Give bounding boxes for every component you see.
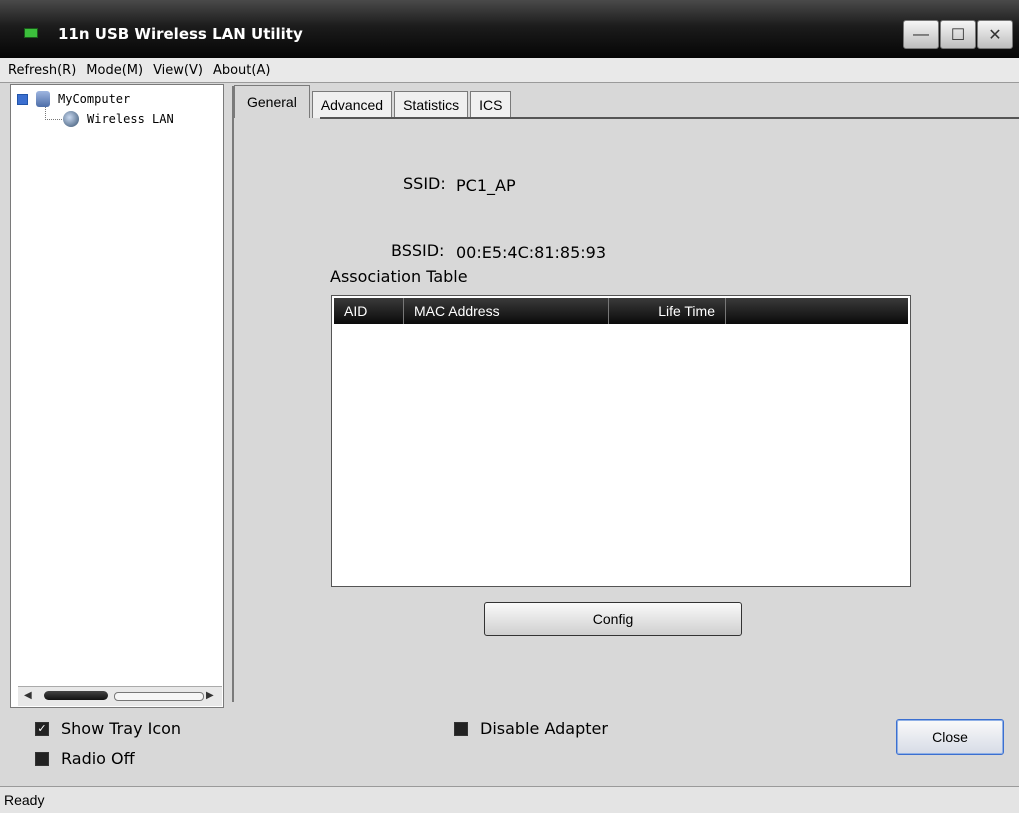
minimize-button[interactable]: — [903, 20, 939, 49]
close-window-button[interactable]: ✕ [977, 20, 1013, 49]
tab-ics[interactable]: ICS [470, 91, 512, 118]
maximize-button[interactable]: ☐ [940, 20, 976, 49]
scroll-track[interactable] [114, 692, 204, 701]
collapse-icon[interactable] [17, 93, 28, 105]
tree-item-mycomputer[interactable]: MyComputer [17, 91, 130, 107]
column-life-time[interactable]: Life Time [609, 298, 726, 324]
table-header: AID MAC Address Life Time [334, 298, 908, 324]
checkbox-checked-icon[interactable]: ✓ [35, 721, 49, 736]
bssid-label: BSSID: [391, 241, 445, 260]
wireless-adapter-icon [63, 111, 79, 127]
checkbox-icon[interactable] [454, 721, 468, 736]
tree-connector [45, 107, 62, 120]
tree-horizontal-scrollbar[interactable]: ◀ ▶ [18, 686, 222, 706]
window-title: 11n USB Wireless LAN Utility [58, 25, 303, 43]
device-tree[interactable]: MyComputer Wireless LAN [10, 84, 224, 708]
app-icon [24, 28, 38, 38]
scroll-left-icon[interactable]: ◀ [24, 690, 32, 701]
tree-item-wireless-lan[interactable]: Wireless LAN [63, 111, 174, 127]
show-tray-icon-checkbox[interactable]: ✓ Show Tray Icon [35, 719, 181, 738]
bssid-value: 00:E5:4C:81:85:93 [456, 243, 607, 262]
close-button[interactable]: Close [896, 719, 1004, 755]
config-button[interactable]: Config [484, 602, 742, 636]
checkbox-label: Show Tray Icon [61, 719, 182, 738]
association-table[interactable]: AID MAC Address Life Time [331, 295, 911, 587]
window-controls: — ☐ ✕ [902, 20, 1013, 49]
tab-strip: General Advanced Statistics ICS [234, 85, 513, 118]
disable-adapter-checkbox[interactable]: Disable Adapter [454, 719, 608, 738]
menu-about[interactable]: About(A) [213, 63, 270, 78]
checkbox-label: Radio Off [61, 749, 135, 768]
title-bar: 11n USB Wireless LAN Utility — ☐ ✕ [0, 0, 1019, 58]
tree-item-label: Wireless LAN [87, 112, 174, 126]
general-panel: General Advanced Statistics ICS SSID: PC… [232, 85, 1019, 702]
status-bar: Ready [0, 786, 1019, 813]
tab-advanced[interactable]: Advanced [311, 91, 393, 118]
computer-icon [36, 91, 50, 107]
association-table-title: Association Table [330, 267, 468, 286]
checkbox-label: Disable Adapter [480, 719, 608, 738]
checkbox-icon[interactable] [35, 751, 49, 766]
ssid-label: SSID: [403, 174, 446, 193]
column-mac-address[interactable]: MAC Address [404, 298, 609, 324]
column-aid[interactable]: AID [334, 298, 404, 324]
menu-mode[interactable]: Mode(M) [86, 63, 143, 78]
menu-bar: Refresh(R) Mode(M) View(V) About(A) [0, 58, 1019, 83]
tab-general[interactable]: General [234, 85, 310, 118]
scroll-right-icon[interactable]: ▶ [206, 690, 214, 701]
tree-item-label: MyComputer [58, 92, 131, 106]
menu-view[interactable]: View(V) [153, 63, 203, 78]
menu-refresh[interactable]: Refresh(R) [8, 63, 76, 78]
status-text: Ready [4, 792, 45, 808]
tab-divider [320, 117, 1019, 119]
tab-statistics[interactable]: Statistics [394, 91, 469, 118]
scroll-thumb[interactable] [44, 691, 108, 700]
radio-off-checkbox[interactable]: Radio Off [35, 749, 135, 768]
ssid-value: PC1_AP [456, 176, 516, 195]
